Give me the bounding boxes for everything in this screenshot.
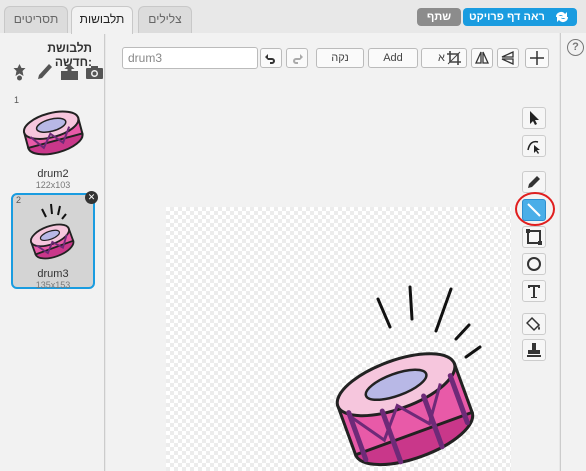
delete-costume-icon[interactable]: ✕ bbox=[85, 191, 98, 204]
text-icon bbox=[528, 285, 540, 298]
costume-index: 1 bbox=[14, 95, 20, 105]
help-strip: ? bbox=[560, 33, 586, 471]
arrow-pointer-icon bbox=[530, 111, 539, 125]
add-button[interactable]: Add bbox=[368, 48, 418, 68]
set-costume-center-button[interactable] bbox=[525, 48, 549, 68]
drum3-artwork bbox=[335, 285, 482, 467]
crop-icon[interactable] bbox=[446, 50, 462, 66]
rectangle-icon bbox=[526, 229, 542, 245]
redo-button[interactable] bbox=[286, 48, 308, 68]
costume-list-pane: תלבושת חדשה: 1 drum2 122x103 2 ✕ drum3 1… bbox=[0, 33, 105, 471]
see-project-label: ראה דף פרויקט bbox=[469, 11, 545, 23]
annotation-highlight-circle bbox=[515, 192, 555, 226]
stamp-icon bbox=[527, 343, 541, 357]
see-project-page-button[interactable]: ראה דף פרויקט bbox=[463, 8, 577, 26]
costume-thumbnail-drum3 bbox=[30, 203, 75, 260]
flip-vertical-icon bbox=[501, 50, 514, 66]
reshape-icon bbox=[527, 140, 540, 154]
camera-icon[interactable] bbox=[85, 63, 104, 81]
ellipse-tool[interactable] bbox=[522, 253, 546, 275]
pencil-icon bbox=[528, 176, 540, 188]
line-tool[interactable] bbox=[515, 192, 555, 226]
crosshair-icon bbox=[530, 51, 544, 65]
costume-index: 2 bbox=[16, 195, 22, 205]
costume-size: 135x153 bbox=[35, 280, 71, 290]
undo-button[interactable] bbox=[260, 48, 282, 68]
tab-bar: תסריטים תלבושות צלילים שתף ראה דף פרויקט bbox=[0, 0, 586, 34]
costume-name-input[interactable] bbox=[122, 47, 258, 69]
flip-horizontal-icon bbox=[474, 51, 490, 64]
drawing-canvas[interactable] bbox=[166, 207, 511, 471]
tab-scripts[interactable]: תסריטים bbox=[4, 6, 68, 33]
go-to-project-icon bbox=[556, 12, 568, 22]
costume-size: 122x103 bbox=[35, 180, 71, 190]
ellipse-icon bbox=[527, 257, 541, 271]
import-label: א bbox=[438, 52, 445, 64]
clear-button[interactable]: נקה bbox=[316, 48, 364, 68]
fill-tool[interactable] bbox=[522, 313, 546, 335]
share-button[interactable]: שתף bbox=[417, 8, 461, 26]
redo-icon bbox=[293, 54, 303, 64]
tab-costumes[interactable]: תלבושות bbox=[71, 6, 133, 34]
flip-vertical-button[interactable] bbox=[497, 48, 519, 68]
paint-editor: נקה Add א bbox=[106, 33, 559, 471]
paint-bucket-icon bbox=[526, 316, 541, 332]
undo-icon bbox=[265, 54, 275, 64]
paint-new-costume-icon[interactable] bbox=[35, 63, 54, 81]
help-icon[interactable]: ? bbox=[567, 39, 584, 56]
costume-name: drum3 bbox=[37, 268, 69, 280]
costume-name: drum2 bbox=[37, 168, 69, 180]
costume-thumbnail-drum2 bbox=[22, 110, 84, 156]
costume-item-drum2[interactable]: 1 drum2 122x103 bbox=[11, 95, 95, 190]
pencil-tool[interactable] bbox=[522, 171, 546, 193]
tab-sounds[interactable]: צלילים bbox=[138, 6, 192, 33]
new-costume-icons bbox=[10, 63, 104, 81]
costume-item-drum3[interactable]: 2 ✕ drum3 135x153 bbox=[11, 191, 98, 290]
rectangle-tool[interactable] bbox=[522, 226, 546, 248]
reshape-tool[interactable] bbox=[522, 135, 546, 157]
text-tool[interactable] bbox=[522, 280, 546, 302]
upload-costume-icon[interactable] bbox=[60, 63, 79, 81]
flip-horizontal-button[interactable] bbox=[471, 48, 493, 68]
choose-from-library-icon[interactable] bbox=[10, 63, 29, 81]
stamp-tool[interactable] bbox=[522, 339, 546, 361]
select-tool[interactable] bbox=[522, 107, 546, 129]
